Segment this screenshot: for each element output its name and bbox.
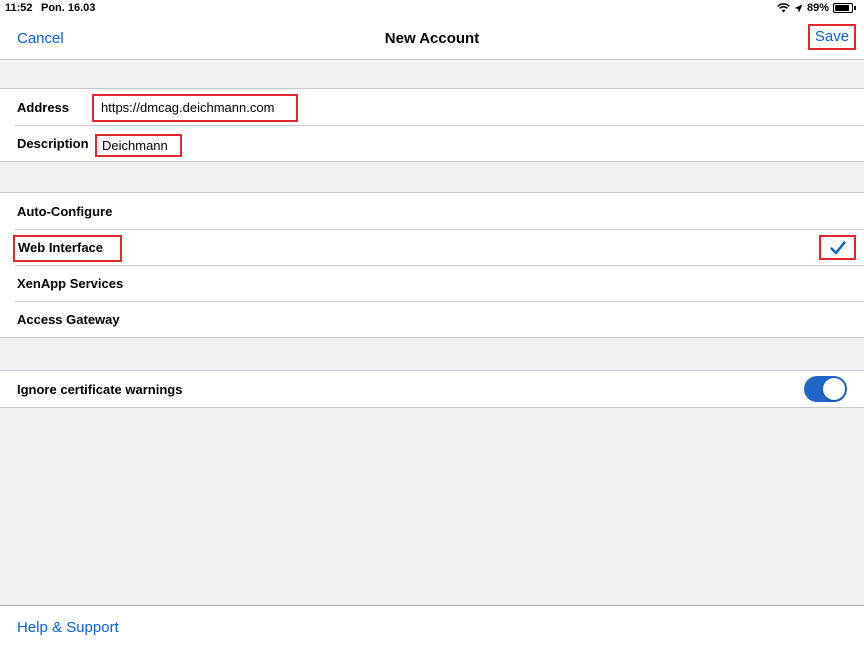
selected-checkmark <box>819 235 856 260</box>
page-title: New Account <box>384 30 480 47</box>
description-label: Description <box>17 136 89 151</box>
toggle-knob <box>823 378 845 400</box>
wifi-icon <box>777 3 790 13</box>
battery-icon <box>833 3 853 13</box>
ignore-cert-toggle[interactable] <box>804 376 847 402</box>
option-web-interface-label: Web Interface <box>13 235 122 262</box>
status-indicators: 89% <box>777 2 856 14</box>
footer: Help & Support <box>0 605 864 649</box>
checkmark-icon <box>829 240 846 254</box>
option-auto-configure-label: Auto-Configure <box>17 204 113 219</box>
address-label: Address <box>17 100 70 115</box>
option-web-interface[interactable]: Web Interface <box>0 229 864 265</box>
location-arrow-icon <box>794 4 803 12</box>
description-input[interactable]: Deichmann <box>95 134 182 157</box>
option-xenapp-services-label: XenApp Services <box>17 276 124 291</box>
help-support-link[interactable]: Help & Support <box>17 619 119 636</box>
account-type-group: Auto-Configure Web Interface XenApp Serv… <box>0 192 864 338</box>
battery-tip <box>854 6 856 10</box>
account-fields-group: Address https://dmcag.deichmann.com Desc… <box>0 88 864 162</box>
option-access-gateway[interactable]: Access Gateway <box>0 301 864 337</box>
option-access-gateway-label: Access Gateway <box>17 312 120 327</box>
option-xenapp-services[interactable]: XenApp Services <box>0 265 864 301</box>
save-button[interactable]: Save <box>808 24 856 50</box>
battery-level <box>835 5 849 11</box>
option-auto-configure[interactable]: Auto-Configure <box>0 193 864 229</box>
status-time: 11:52 <box>5 2 33 14</box>
settings-group: Ignore certificate warnings <box>0 370 864 408</box>
description-row: Description Deichmann <box>0 125 864 161</box>
nav-bar: Cancel New Account Save <box>0 18 864 60</box>
address-row: Address https://dmcag.deichmann.com <box>0 89 864 125</box>
address-input[interactable]: https://dmcag.deichmann.com <box>92 94 298 122</box>
ignore-cert-label: Ignore certificate warnings <box>17 382 183 397</box>
status-date: Pon. 16.03 <box>41 2 96 14</box>
status-bar: 11:52 Pon. 16.03 89% <box>0 0 864 18</box>
battery-percent: 89% <box>806 2 829 14</box>
ignore-cert-row: Ignore certificate warnings <box>0 371 864 407</box>
